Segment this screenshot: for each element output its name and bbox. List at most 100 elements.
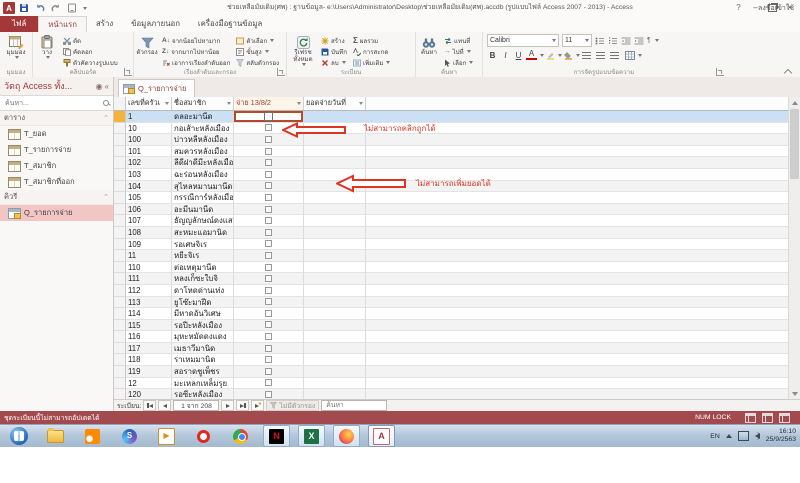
cell-paid-checkbox[interactable] — [234, 192, 304, 204]
record-selector[interactable] — [114, 262, 126, 274]
cell-member-name[interactable]: เมธาวีมานิด — [172, 343, 234, 355]
language-indicator[interactable]: EN — [710, 433, 719, 440]
replace-button[interactable]: แทนที่ — [442, 35, 475, 46]
gridlines-icon[interactable] — [625, 51, 635, 60]
checkbox-icon[interactable] — [265, 356, 272, 363]
cell-member-name[interactable]: สะหมะแอมานิด — [172, 227, 234, 239]
bold-button[interactable]: B — [487, 51, 498, 60]
record-selector[interactable] — [114, 181, 126, 193]
taskbar-uc-browser[interactable] — [80, 426, 105, 446]
cell-household-id[interactable]: 112 — [126, 285, 172, 297]
cell-household-id[interactable]: 119 — [126, 366, 172, 378]
increase-indent-icon[interactable] — [634, 37, 644, 45]
cell-member-name[interactable]: ราเหมมานิด — [172, 354, 234, 366]
bullets-icon[interactable] — [595, 37, 605, 45]
record-selector[interactable] — [114, 343, 126, 355]
checkbox-icon[interactable] — [265, 287, 272, 294]
new-record-button-nav[interactable]: * — [251, 400, 264, 411]
cell-paid-date[interactable] — [304, 297, 366, 309]
taskbar-access[interactable]: A — [368, 425, 395, 447]
cell-paid-date[interactable] — [304, 192, 366, 204]
checkbox-icon[interactable] — [265, 379, 272, 386]
record-search-input[interactable] — [324, 401, 384, 410]
table-row[interactable]: 116มุหะหมัดดงแดง — [114, 331, 789, 343]
cell-paid-date[interactable] — [304, 204, 366, 216]
sign-in-link[interactable]: ลงชื่อเข้าใช้ — [758, 3, 794, 14]
checkbox-icon[interactable] — [265, 321, 272, 328]
nav-section-header-table[interactable]: ตาราง⌃ — [0, 111, 113, 126]
cell-paid-checkbox[interactable] — [234, 285, 304, 297]
column-header[interactable]: ชื่อสมาชิก — [172, 97, 234, 110]
chevron-up-icon[interactable]: ⌃ — [103, 114, 109, 122]
cell-household-id[interactable]: 108 — [126, 227, 172, 239]
tab-create[interactable]: สร้าง — [87, 16, 122, 32]
cell-paid-checkbox[interactable] — [234, 157, 304, 169]
cell-paid-date[interactable] — [304, 250, 366, 262]
checkbox-icon[interactable] — [265, 264, 272, 271]
select-button[interactable]: เลือก — [442, 57, 475, 68]
cell-paid-checkbox[interactable] — [234, 239, 304, 251]
numbering-icon[interactable] — [608, 37, 618, 45]
cell-paid-checkbox[interactable] — [234, 273, 304, 285]
record-selector[interactable] — [114, 250, 126, 262]
table-row[interactable]: 114มีหาดอันวิเศษ — [114, 308, 789, 320]
checkbox-icon[interactable] — [265, 240, 272, 247]
taskbar-start[interactable] — [6, 426, 31, 446]
record-selector[interactable] — [114, 192, 126, 204]
align-center-icon[interactable] — [596, 52, 605, 59]
cell-member-name[interactable]: ยูโซ๊ะมาฝีด — [172, 297, 234, 309]
clock[interactable]: 16:10 25/9/2563 — [766, 428, 796, 445]
refresh-all-button[interactable]: รีเฟรชทั้งหมด — [287, 33, 319, 66]
tab-home[interactable]: หน้าแรก — [38, 16, 87, 32]
nav-item-table[interactable]: T_รายการจ่าย — [0, 142, 113, 158]
chevron-up-icon[interactable]: ⌃ — [103, 193, 109, 201]
cell-member-name[interactable]: มีหาดอันวิเศษ — [172, 308, 234, 320]
table-row[interactable]: 119สอราดชูเพ็ชร — [114, 366, 789, 378]
cell-paid-date[interactable] — [304, 331, 366, 343]
record-selector[interactable] — [114, 378, 126, 390]
nav-pane-header[interactable]: วัตถุ Access ทั้ง... ◉ « — [0, 77, 113, 96]
checkbox-icon[interactable] — [265, 310, 272, 317]
cell-paid-date[interactable] — [304, 308, 366, 320]
font-size-combobox[interactable]: 11 — [562, 34, 592, 47]
volume-icon[interactable] — [755, 433, 760, 439]
cell-household-id[interactable]: 109 — [126, 239, 172, 251]
table-row[interactable]: 115รอปีะหลังเมือง — [114, 320, 789, 332]
checkbox-icon[interactable] — [265, 345, 272, 352]
taskbar-opera[interactable] — [191, 426, 216, 446]
table-row[interactable]: 110ต่อเหตุมานีด — [114, 262, 789, 274]
checkbox-icon[interactable] — [265, 148, 272, 155]
record-selector[interactable] — [114, 285, 126, 297]
checkbox-icon[interactable] — [264, 112, 273, 121]
new-record-button[interactable]: สร้าง — [319, 35, 349, 46]
cell-household-id[interactable]: 118 — [126, 354, 172, 366]
cell-member-name[interactable]: มะเหลกเหล็มรุย — [172, 378, 234, 390]
copy-button[interactable]: คัดลอก — [61, 46, 120, 57]
cell-paid-checkbox[interactable] — [234, 215, 304, 227]
record-selector[interactable] — [114, 297, 126, 309]
cell-paid-checkbox[interactable] — [234, 343, 304, 355]
delete-record-button[interactable]: ลบ — [319, 57, 349, 68]
checkbox-icon[interactable] — [265, 194, 272, 201]
table-row[interactable]: 109รอเศษจิเร — [114, 239, 789, 251]
cell-paid-checkbox[interactable] — [234, 297, 304, 309]
toggle-filter-button[interactable]: สลับตัวกรอง — [234, 57, 281, 68]
cell-member-name[interactable]: หลงเก็ซะใบจิ — [172, 273, 234, 285]
record-selector[interactable] — [114, 366, 126, 378]
remove-sort-button[interactable]: เอาการเรียงลำดับออก — [160, 57, 232, 68]
cell-household-id[interactable]: 102 — [126, 157, 172, 169]
cell-household-id[interactable]: 115 — [126, 320, 172, 332]
cell-paid-checkbox[interactable] — [234, 250, 304, 262]
checkbox-icon[interactable] — [265, 333, 272, 340]
record-selector[interactable] — [114, 331, 126, 343]
record-selector[interactable] — [114, 320, 126, 332]
record-selector[interactable] — [114, 308, 126, 320]
next-record-button[interactable] — [221, 400, 234, 411]
record-selector[interactable] — [114, 273, 126, 285]
more-button[interactable]: เพิ่มเติม — [351, 57, 392, 68]
cell-household-id[interactable]: 110 — [126, 262, 172, 274]
record-selector[interactable] — [114, 157, 126, 169]
paragraph-marks-icon[interactable]: ¶ — [647, 37, 651, 44]
cell-member-name[interactable]: ดลอะมานีด — [172, 111, 234, 123]
sort-filter-dialog-launcher-icon[interactable] — [277, 68, 285, 76]
